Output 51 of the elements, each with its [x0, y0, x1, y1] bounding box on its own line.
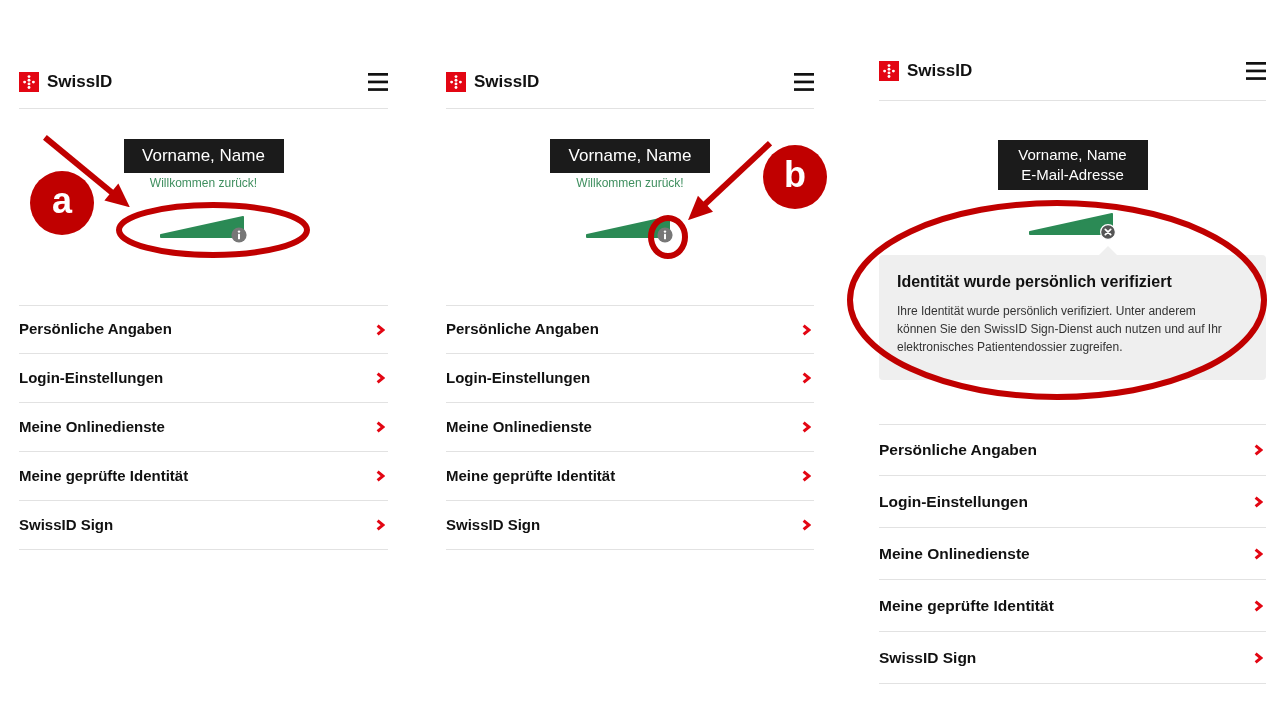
- nav-item[interactable]: Meine Onlinedienste: [446, 403, 814, 452]
- tooltip-title: Identität wurde persönlich verifiziert: [897, 272, 1173, 292]
- chevron-icon: [376, 470, 385, 482]
- brand-name: SwissID: [47, 72, 113, 92]
- nav-item[interactable]: SwissID Sign: [446, 501, 814, 550]
- nav-item[interactable]: SwissID Sign: [19, 501, 388, 550]
- chevron-icon: [376, 323, 385, 336]
- chevron-icon: [376, 421, 385, 433]
- logo-icon: [19, 72, 39, 92]
- chevron-icon: [802, 519, 811, 531]
- menu-icon[interactable]: [1246, 62, 1266, 80]
- nav-item[interactable]: Meine Onlinedienste: [879, 528, 1266, 580]
- user-name: Vorname, Name: [142, 146, 265, 166]
- nav-item[interactable]: Persönliche Angaben: [19, 305, 388, 354]
- menu-icon[interactable]: [368, 73, 388, 91]
- info-icon[interactable]: [230, 227, 247, 243]
- user-email: E-Mail-Adresse: [1021, 165, 1124, 185]
- nav-item[interactable]: SwissID Sign: [879, 632, 1266, 684]
- logo-icon: [446, 72, 466, 92]
- chevron-icon: [1254, 651, 1263, 664]
- chevron-icon: [376, 372, 385, 384]
- chevron-icon: [1254, 444, 1263, 456]
- chevron-icon: [1254, 547, 1263, 560]
- nav-item[interactable]: Persönliche Angaben: [446, 305, 814, 354]
- tooltip-text: Ihre Identität wurde persönlich verifiziert. Unter anderem können Sie den SwissID Sign-Dienst auch nutzen und auf Ihr elektronisches Patientendossier zugreifen.: [897, 303, 1223, 356]
- nav-item[interactable]: Meine geprüfte Identität: [879, 580, 1266, 632]
- nav-item[interactable]: Login-Einstellungen: [879, 476, 1266, 528]
- chevron-icon: [802, 323, 811, 336]
- nav-item[interactable]: Persönliche Angaben: [879, 424, 1266, 476]
- chevron-icon: [802, 470, 811, 482]
- user-name: Vorname, Name: [1018, 145, 1127, 165]
- menu-icon[interactable]: [794, 73, 814, 91]
- chevron-icon: [802, 421, 811, 433]
- chevron-icon: [802, 372, 811, 384]
- chevron-icon: [1254, 599, 1263, 612]
- nav-item[interactable]: Login-Einstellungen: [19, 354, 388, 403]
- brand-name: SwissID: [907, 61, 973, 81]
- user-name: Vorname, Name: [568, 146, 692, 166]
- callout-marker: a: [30, 171, 94, 235]
- nav-item[interactable]: Login-Einstellungen: [446, 354, 814, 403]
- welcome-message: Willkommen zurück!: [149, 177, 258, 190]
- welcome-message: Willkommen zurück!: [576, 177, 684, 190]
- nav-item[interactable]: Meine geprüfte Identität: [19, 452, 388, 501]
- brand-name: SwissID: [474, 72, 540, 92]
- callout-marker: b: [763, 145, 827, 209]
- chevron-icon: [1254, 495, 1263, 508]
- nav-item[interactable]: Meine geprüfte Identität: [446, 452, 814, 501]
- nav-item[interactable]: Meine Onlinedienste: [19, 403, 388, 452]
- info-icon[interactable]: [657, 227, 673, 243]
- logo-icon: [879, 61, 899, 81]
- chevron-icon: [376, 519, 385, 531]
